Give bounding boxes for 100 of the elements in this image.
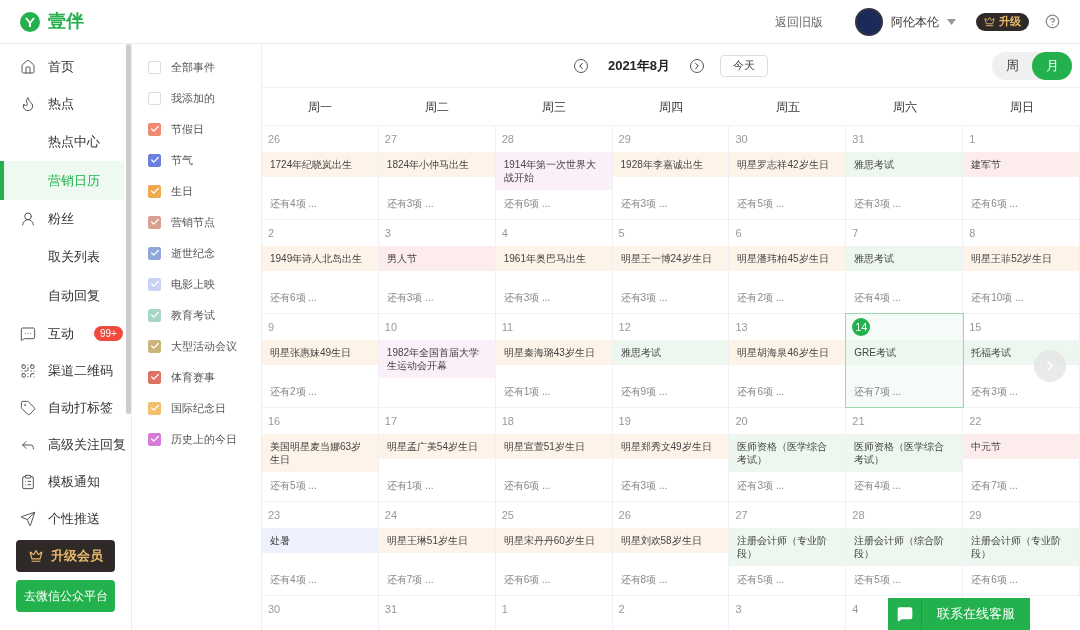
next-button[interactable]: [1034, 350, 1066, 382]
event-bar[interactable]: 1982年全国首届大学生运动会开幕: [378, 340, 495, 378]
day-cell[interactable]: 26 明星刘欢58岁生日 还有8项 ...: [612, 502, 730, 595]
day-cell[interactable]: 25 明星宋丹丹60岁生日 还有6项 ...: [495, 502, 613, 595]
event-bar[interactable]: 明星郑秀文49岁生日: [612, 434, 729, 459]
sidebar-item[interactable]: 自动打标签: [0, 389, 124, 426]
day-cell[interactable]: 5 明星王一博24岁生日 还有3项 ...: [612, 220, 730, 313]
vip-button[interactable]: 升级会员: [16, 540, 115, 572]
more-events-link[interactable]: 还有6项 ...: [737, 384, 785, 399]
day-cell[interactable]: 26 1724年纪晓岚出生 还有4项 ...: [262, 126, 379, 219]
day-cell[interactable]: 21 医师资格（医学综合考试） 还有4项 ...: [846, 408, 964, 501]
event-bar[interactable]: 明星罗志祥42岁生日: [729, 152, 846, 177]
day-cell[interactable]: 11 明星秦海璐43岁生日 还有1项 ...: [495, 314, 613, 407]
day-cell[interactable]: 29 注册会计师（专业阶段） 还有6项 ...: [963, 502, 1080, 595]
event-bar[interactable]: 1928年李嘉诚出生: [612, 152, 729, 177]
event-bar[interactable]: 明星宣萱51岁生日: [495, 434, 612, 459]
event-bar[interactable]: 男人节: [378, 246, 495, 271]
checkbox[interactable]: [148, 246, 161, 260]
day-cell[interactable]: 13 明星胡海泉46岁生日 还有6项 ...: [729, 314, 847, 407]
day-cell[interactable]: 1 建军节 还有6项 ...: [963, 126, 1080, 219]
sidebar-item[interactable]: 热点: [0, 85, 124, 122]
more-events-link[interactable]: 还有3项 ...: [620, 196, 668, 211]
event-bar[interactable]: 美国明星麦当娜63岁生日: [262, 434, 378, 472]
day-cell[interactable]: 18 明星宣萱51岁生日 还有6项 ...: [495, 408, 613, 501]
event-bar[interactable]: 1949年诗人北岛出生: [262, 246, 378, 271]
day-cell[interactable]: 6 明星潘玮柏45岁生日 还有2项 ...: [729, 220, 847, 313]
user-name[interactable]: 阿伦本伦: [891, 12, 939, 31]
more-events-link[interactable]: 还有7项 ...: [971, 478, 1018, 493]
checkbox[interactable]: [148, 370, 161, 384]
day-cell[interactable]: 24 明星王琳51岁生日 还有7项 ...: [378, 502, 496, 595]
event-bar[interactable]: 雅思考试: [612, 340, 729, 365]
day-cell[interactable]: 22 中元节 还有7项 ...: [963, 408, 1080, 501]
more-events-link[interactable]: 还有5项 ...: [737, 572, 785, 587]
event-bar[interactable]: 明星王一博24岁生日: [612, 246, 729, 271]
day-cell[interactable]: 2 1949年诗人北岛出生 还有6项 ...: [262, 220, 379, 313]
day-cell[interactable]: 19 明星郑秀文49岁生日 还有3项 ...: [612, 408, 730, 501]
event-bar[interactable]: 医师资格（医学综合考试）: [729, 434, 846, 472]
sidebar-subitem[interactable]: 自动回复: [0, 276, 124, 315]
more-events-link[interactable]: 还有5项 ...: [270, 478, 317, 493]
event-bar[interactable]: 1961年奥巴马出生: [495, 246, 612, 271]
day-cell[interactable]: 17 明星孟广美54岁生日 还有1项 ...: [378, 408, 496, 501]
day-cell[interactable]: 30 明星罗志祥42岁生日 还有5项 ...: [729, 126, 847, 219]
day-cell[interactable]: 4 1961年奥巴马出生 还有3项 ...: [495, 220, 613, 313]
event-bar[interactable]: 明星王菲52岁生日: [963, 246, 1079, 271]
day-cell[interactable]: 8 明星王菲52岁生日 还有10项 ...: [963, 220, 1080, 313]
checkbox[interactable]: [148, 122, 161, 136]
day-cell[interactable]: 29 1928年李嘉诚出生 还有3项 ...: [612, 126, 730, 219]
event-bar[interactable]: 注册会计师（综合阶段）: [846, 528, 963, 566]
more-events-link[interactable]: 还有4项 ...: [270, 572, 317, 587]
day-cell[interactable]: 14 GRE考试 还有7项 ...: [846, 314, 964, 407]
day-cell[interactable]: 16 美国明星麦当娜63岁生日 还有5项 ...: [262, 408, 379, 501]
more-events-link[interactable]: 还有3项 ...: [971, 384, 1018, 399]
more-events-link[interactable]: 还有8项 ...: [620, 572, 668, 587]
event-bar[interactable]: 中元节: [963, 434, 1079, 459]
more-events-link[interactable]: 还有6项 ...: [971, 572, 1018, 587]
day-cell[interactable]: 9 明星张惠妹49生日 还有2项 ...: [262, 314, 379, 407]
more-events-link[interactable]: 还有3项 ...: [503, 290, 551, 305]
checkbox[interactable]: [148, 432, 161, 446]
upgrade-badge[interactable]: 升级: [976, 12, 1029, 31]
event-bar[interactable]: 明星张惠妹49生日: [262, 340, 378, 365]
more-events-link[interactable]: 还有7项 ...: [386, 572, 434, 587]
more-events-link[interactable]: 还有4项 ...: [854, 478, 901, 493]
sidebar-item[interactable]: 个性推送: [0, 500, 124, 537]
event-bar[interactable]: 明星刘欢58岁生日: [612, 528, 729, 553]
event-bar[interactable]: 注册会计师（专业阶段）: [729, 528, 846, 566]
more-events-link[interactable]: 还有6项 ...: [270, 290, 317, 305]
more-events-link[interactable]: 还有4项 ...: [854, 290, 901, 305]
more-events-link[interactable]: 还有3项 ...: [620, 478, 668, 493]
event-bar[interactable]: 明星胡海泉46岁生日: [729, 340, 846, 365]
day-cell[interactable]: 27 注册会计师（专业阶段） 还有5项 ...: [729, 502, 847, 595]
more-events-link[interactable]: 还有3项 ...: [854, 196, 901, 211]
event-bar[interactable]: 注册会计师（专业阶段）: [963, 528, 1079, 566]
event-bar[interactable]: 明星潘玮柏45岁生日: [729, 246, 846, 271]
more-events-link[interactable]: 还有5项 ...: [737, 196, 785, 211]
event-bar[interactable]: 明星孟广美54岁生日: [378, 434, 495, 459]
day-cell[interactable]: 7 雅思考试 还有4项 ...: [846, 220, 964, 313]
event-bar[interactable]: 建军节: [963, 152, 1079, 177]
sidebar-item[interactable]: 粉丝: [0, 200, 124, 237]
more-events-link[interactable]: 还有6项 ...: [971, 196, 1018, 211]
more-events-link[interactable]: 还有6项 ...: [503, 572, 551, 587]
more-events-link[interactable]: 还有7项 ...: [854, 384, 901, 399]
day-cell[interactable]: 12 雅思考试 还有9项 ...: [612, 314, 730, 407]
day-cell[interactable]: 20 医师资格（医学综合考试） 还有3项 ...: [729, 408, 847, 501]
checkbox[interactable]: [148, 308, 161, 322]
checkbox[interactable]: [148, 153, 161, 167]
event-bar[interactable]: 1824年小仲马出生: [378, 152, 495, 177]
more-events-link[interactable]: 还有5项 ...: [854, 572, 901, 587]
today-button[interactable]: 今天: [720, 54, 769, 77]
more-events-link[interactable]: 还有3项 ...: [386, 290, 434, 305]
avatar[interactable]: [855, 7, 883, 36]
more-events-link[interactable]: 还有10项 ...: [971, 290, 1024, 305]
event-bar[interactable]: 明星秦海璐43岁生日: [495, 340, 612, 365]
event-bar[interactable]: 雅思考试: [846, 152, 963, 177]
event-bar[interactable]: 雅思考试: [846, 246, 963, 271]
event-bar[interactable]: GRE考试: [846, 340, 963, 365]
more-events-link[interactable]: 还有3项 ...: [386, 196, 434, 211]
event-bar[interactable]: 明星宋丹丹60岁生日: [495, 528, 612, 553]
more-events-link[interactable]: 还有2项 ...: [737, 290, 785, 305]
day-cell[interactable]: 3 男人节 还有3项 ...: [378, 220, 496, 313]
more-events-link[interactable]: 还有3项 ...: [620, 290, 668, 305]
